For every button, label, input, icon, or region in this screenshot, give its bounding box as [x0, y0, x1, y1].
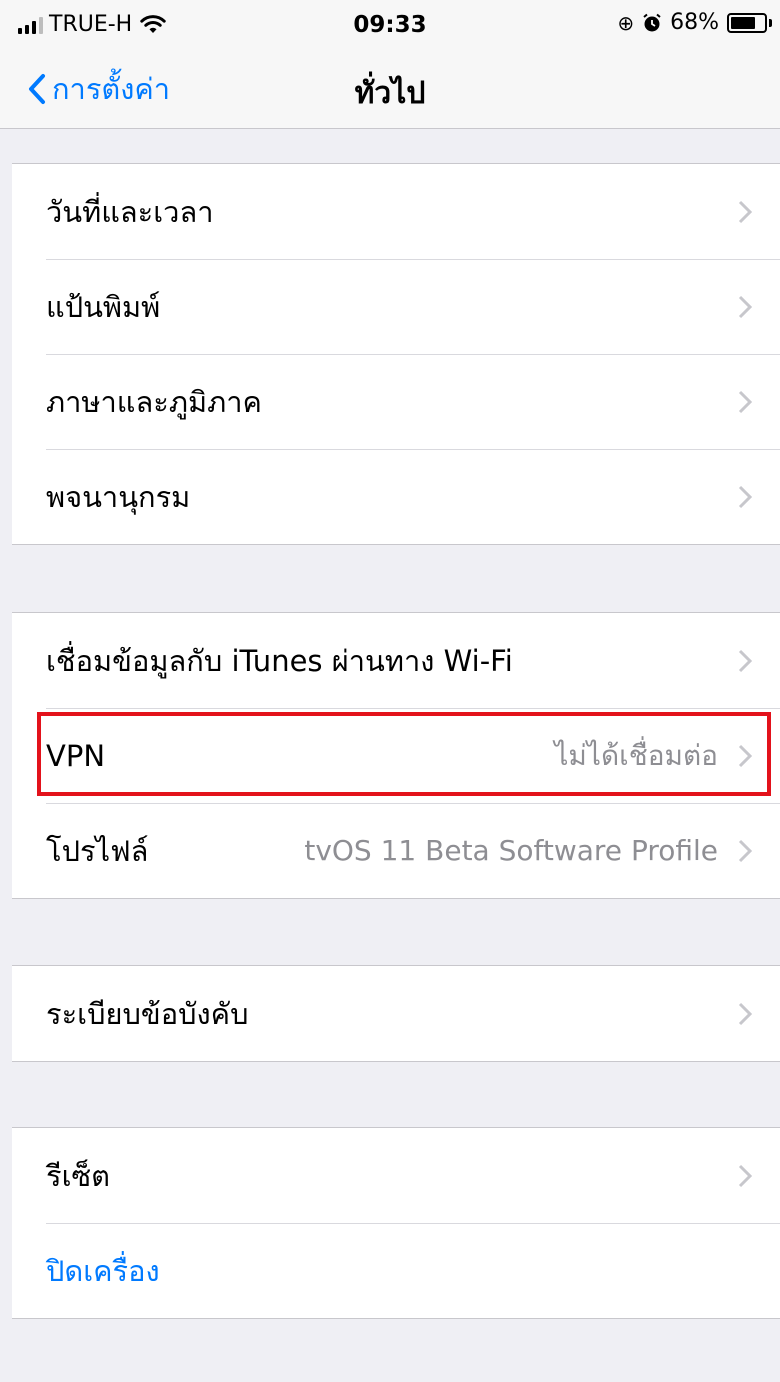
row-label: โปรไฟล์: [46, 833, 149, 868]
row-label: แป้นพิมพ์: [46, 289, 161, 324]
settings-group-3: ระเบียบข้อบังคับ: [12, 965, 780, 1062]
chevron-right-icon: [738, 1164, 752, 1188]
chevron-right-icon: [738, 649, 752, 673]
navigation-bar: การตั้งค่า ทั่วไป: [0, 52, 780, 129]
row-vpn[interactable]: VPN ไม่ได้เชื่อมต่อ: [12, 708, 780, 803]
chevron-right-icon: [738, 200, 752, 224]
battery-icon: [727, 12, 767, 33]
row-reset[interactable]: รีเซ็ต: [12, 1128, 780, 1223]
row-itunes-wifi-sync[interactable]: เชื่อมข้อมูลกับ iTunes ผ่านทาง Wi-Fi: [12, 613, 780, 708]
settings-group-2: เชื่อมข้อมูลกับ iTunes ผ่านทาง Wi-Fi VPN…: [12, 612, 780, 899]
row-label: รีเซ็ต: [46, 1158, 111, 1193]
row-label: พจนานุกรม: [46, 479, 191, 514]
status-right: ⊕ 68%: [617, 10, 772, 35]
orientation-lock-icon: ⊕: [617, 10, 635, 35]
alarm-icon: [643, 13, 661, 31]
row-regulatory[interactable]: ระเบียบข้อบังคับ: [12, 966, 780, 1061]
profile-value: tvOS 11 Beta Software Profile: [304, 834, 718, 867]
row-language-region[interactable]: ภาษาและภูมิภาค: [12, 354, 780, 449]
row-keyboard[interactable]: แป้นพิมพ์: [12, 259, 780, 354]
settings-group-1: วันที่และเวลา แป้นพิมพ์ ภาษาและภูมิภาค พ…: [12, 163, 780, 545]
row-profile[interactable]: โปรไฟล์ tvOS 11 Beta Software Profile: [12, 803, 780, 898]
row-label: วันที่และเวลา: [46, 194, 214, 229]
chevron-right-icon: [738, 839, 752, 863]
settings-group-4: รีเซ็ต ปิดเครื่อง: [12, 1127, 780, 1319]
page-title: ทั่วไป: [354, 76, 426, 111]
row-label: เชื่อมข้อมูลกับ iTunes ผ่านทาง Wi-Fi: [46, 643, 513, 678]
row-label: ภาษาและภูมิภาค: [46, 384, 262, 419]
row-shut-down[interactable]: ปิดเครื่อง: [12, 1223, 780, 1318]
row-label: VPN: [46, 738, 106, 773]
shut-down-label: ปิดเครื่อง: [46, 1253, 160, 1288]
chevron-right-icon: [738, 390, 752, 414]
battery-percent: 68%: [670, 10, 719, 35]
row-date-time[interactable]: วันที่และเวลา: [12, 164, 780, 259]
chevron-right-icon: [738, 1002, 752, 1026]
battery-tip: [769, 18, 772, 27]
row-dictionary[interactable]: พจนานุกรม: [12, 449, 780, 544]
vpn-status: ไม่ได้เชื่อมต่อ: [554, 738, 718, 772]
chevron-right-icon: [738, 744, 752, 768]
chevron-right-icon: [738, 295, 752, 319]
row-label: ระเบียบข้อบังคับ: [46, 996, 249, 1031]
chevron-right-icon: [738, 485, 752, 509]
status-bar: TRUE-H 09:33 ⊕ 68%: [0, 0, 780, 52]
